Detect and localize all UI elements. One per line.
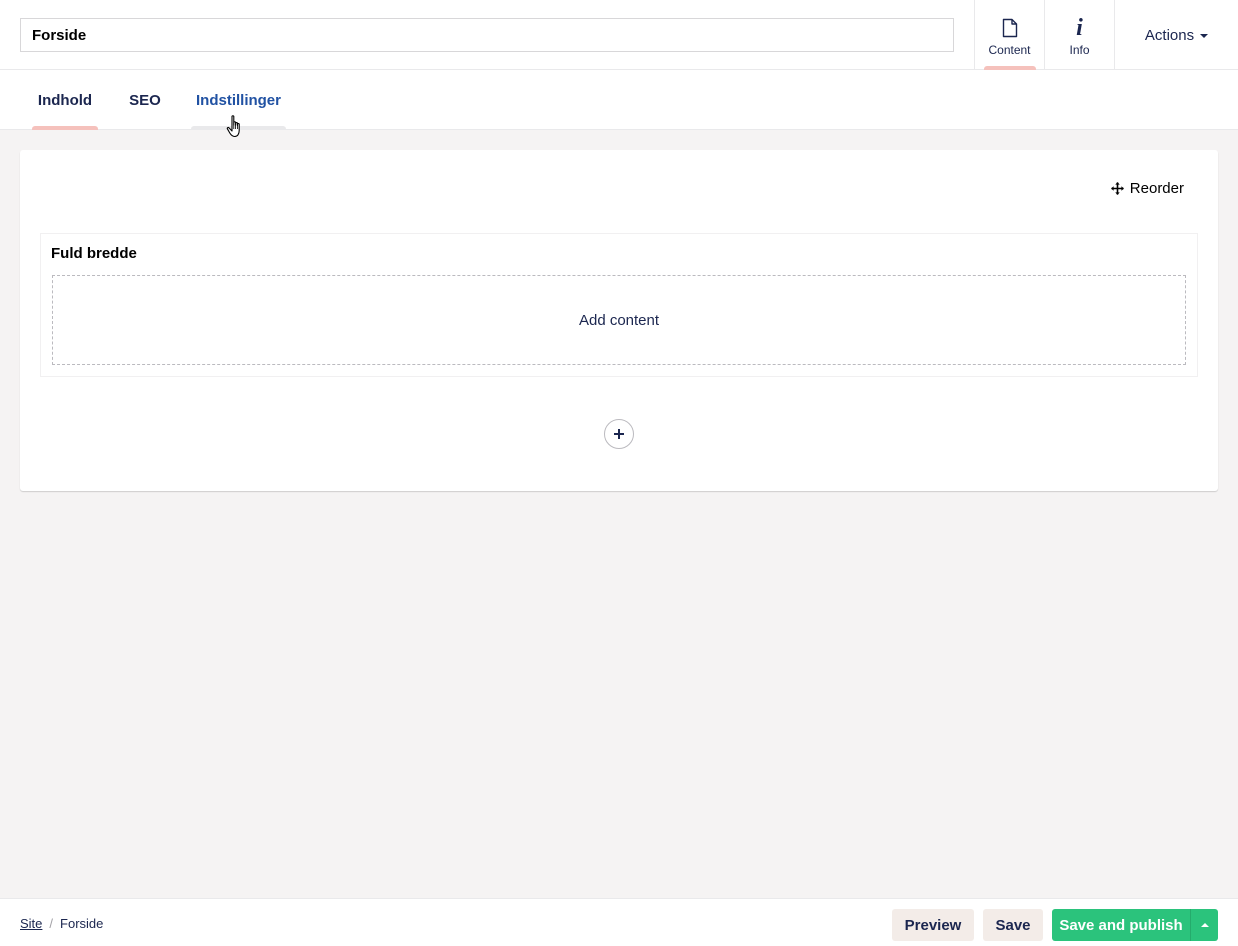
app-button-label: Info [1069, 43, 1090, 57]
active-tab-indicator [32, 126, 98, 130]
tab-indstillinger[interactable]: Indstillinger [191, 70, 286, 130]
info-icon: i [1076, 15, 1083, 41]
tab-label: SEO [129, 91, 161, 109]
reorder-button[interactable]: Reorder [1110, 178, 1184, 198]
caret-up-icon [1200, 923, 1209, 927]
tab-label: Indhold [37, 91, 93, 109]
tab-label: Indstillinger [195, 91, 281, 109]
document-icon [1002, 17, 1018, 39]
add-section-button[interactable] [604, 419, 634, 449]
add-content-label: Add content [578, 311, 660, 329]
plus-icon [614, 429, 624, 439]
breadcrumb-current: Forside [60, 915, 104, 931]
preview-button[interactable]: Preview [892, 909, 974, 941]
publish-options-button[interactable] [1190, 909, 1218, 941]
actions-label: Actions [1144, 26, 1195, 44]
area-title: Fuld bredde [51, 245, 137, 262]
app-button-info[interactable]: i Info [1044, 0, 1114, 70]
block-grid-panel: Reorder Fuld bredde Add content [20, 150, 1218, 491]
app-button-label: Content [988, 43, 1031, 57]
node-name-input[interactable] [20, 18, 954, 52]
move-icon [1110, 181, 1124, 195]
caret-down-icon [1200, 34, 1209, 38]
content-tabs: Indhold SEO Indstillinger [0, 70, 1238, 130]
hover-tab-indicator [191, 126, 286, 130]
breadcrumb-link-site[interactable]: Site [20, 916, 42, 931]
app-button-content[interactable]: Content [974, 0, 1044, 70]
breadcrumb-separator: / [49, 915, 54, 931]
add-content-button[interactable]: Add content [52, 275, 1186, 365]
reorder-label: Reorder [1129, 179, 1184, 197]
save-and-publish-button[interactable]: Save and publish [1052, 909, 1190, 941]
tab-seo[interactable]: SEO [123, 70, 167, 130]
editor-footer: Site / Forside Preview Save Save and pub… [0, 898, 1238, 946]
tab-indhold[interactable]: Indhold [32, 70, 98, 130]
layout-area: Fuld bredde Add content [40, 233, 1198, 377]
actions-button[interactable]: Actions [1114, 0, 1238, 70]
breadcrumb: Site / Forside [20, 899, 103, 946]
save-button[interactable]: Save [983, 909, 1043, 941]
editor-header: Content i Info Actions [0, 0, 1238, 70]
